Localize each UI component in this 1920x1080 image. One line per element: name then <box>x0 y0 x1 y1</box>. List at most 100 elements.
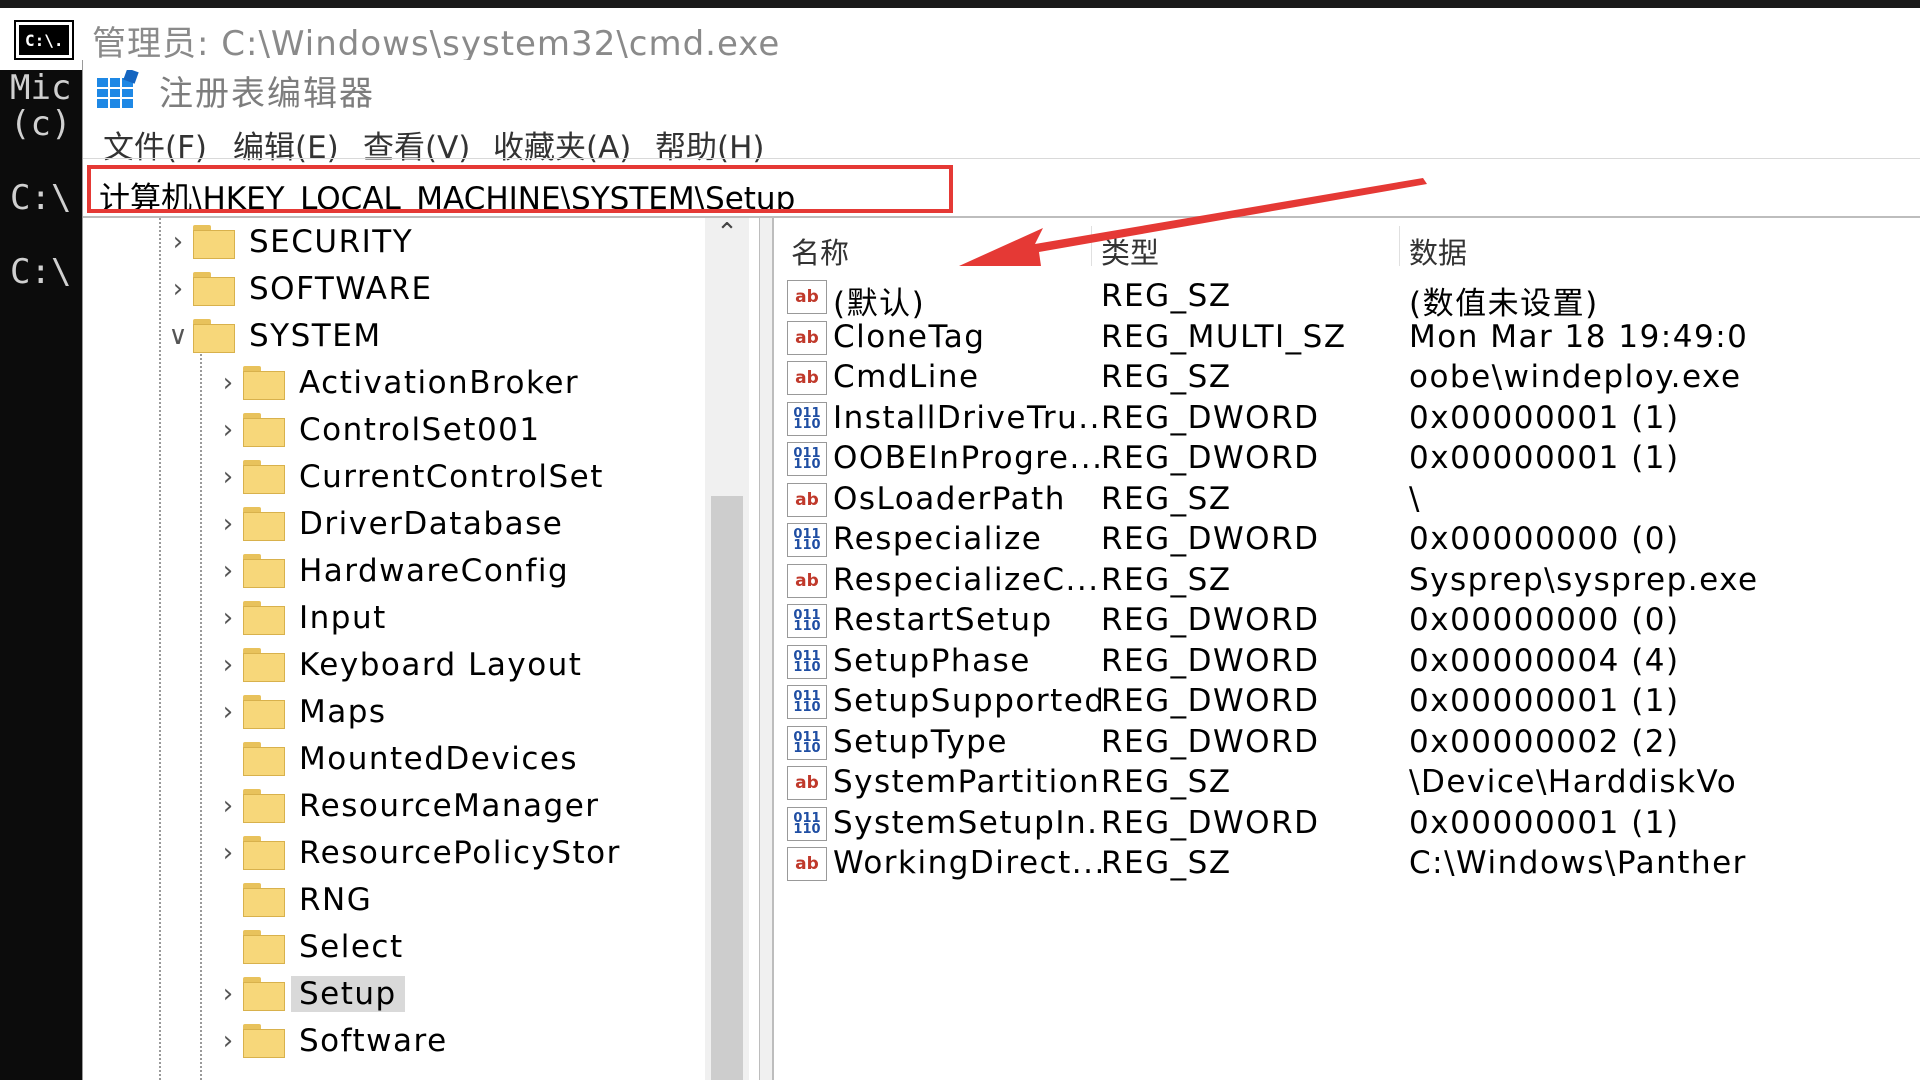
tree-item-label: Software <box>299 1023 448 1059</box>
folder-icon <box>243 883 285 917</box>
binary-value-icon: 011 110 <box>787 725 827 760</box>
value-row[interactable]: ab CmdLine REG_SZ oobe\windeploy.exe <box>773 359 1920 399</box>
tree-item-driverdatabase[interactable]: › DriverDatabase <box>213 502 563 546</box>
value-row[interactable]: ab RespecializeC... REG_SZ Sysprep\sysprep.… <box>773 562 1920 602</box>
tree-item-security[interactable]: › SECURITY <box>163 220 413 264</box>
tree-item-hardwareconfig[interactable]: › HardwareConfig <box>213 549 569 593</box>
folder-icon <box>243 413 285 447</box>
expand-chevron-icon[interactable]: › <box>213 556 243 586</box>
tree-item-system[interactable]: ∨ SYSTEM <box>163 314 382 358</box>
tree-item-label: ActivationBroker <box>299 365 580 401</box>
expand-chevron-icon[interactable]: › <box>163 274 193 304</box>
value-row[interactable]: ab OsLoaderPath REG_SZ \ <box>773 481 1920 521</box>
value-data: C:\Windows\Panther <box>1409 845 1747 881</box>
collapse-chevron-icon[interactable]: ∨ <box>163 321 193 351</box>
value-type: REG_MULTI_SZ <box>1101 318 1347 355</box>
scroll-up-arrow-icon[interactable]: ⌃ <box>705 218 749 254</box>
expand-chevron-icon[interactable]: › <box>213 650 243 680</box>
tree-scrollbar[interactable]: ⌃ <box>705 218 749 1080</box>
tree-item-resourcepolicystore[interactable]: › ResourcePolicyStor <box>213 831 621 875</box>
value-row[interactable]: ab CloneTag REG_MULTI_SZ Mon Mar 18 19:49:0 <box>773 319 1920 359</box>
value-row[interactable]: ab WorkingDirect... REG_SZ C:\Windows\Panth… <box>773 845 1920 885</box>
tree-item-keyboard-layout[interactable]: › Keyboard Layout <box>213 643 582 687</box>
value-type: REG_DWORD <box>1101 804 1320 841</box>
regedit-window: 注册表编辑器 文件(F) 编辑(E) 查看(V) 收藏夹(A) 帮助(H) 计算… <box>82 60 1920 1080</box>
expand-chevron-icon[interactable]: › <box>213 462 243 492</box>
value-row[interactable]: 011 110 Respecialize REG_DWORD 0x00000000 (0… <box>773 521 1920 561</box>
folder-icon <box>243 554 285 588</box>
expand-chevron-icon[interactable]: › <box>213 697 243 727</box>
folder-icon <box>193 319 235 353</box>
expand-chevron-icon[interactable]: › <box>213 415 243 445</box>
tree-item-label: SOFTWARE <box>249 271 433 307</box>
value-name: SystemPartition <box>833 764 1101 800</box>
address-path[interactable]: 计算机\HKEY_LOCAL_MACHINE\SYSTEM\Setup <box>87 165 953 213</box>
tree-item-rng[interactable]: RNG <box>213 878 372 922</box>
value-type: REG_SZ <box>1101 845 1232 881</box>
tree-item-label: ResourcePolicyStor <box>299 835 621 871</box>
value-type: REG_SZ <box>1101 278 1232 314</box>
expand-chevron-icon[interactable]: › <box>213 509 243 539</box>
value-row[interactable]: 011 110 SetupType REG_DWORD 0x00000002 (2) <box>773 724 1920 764</box>
value-type: REG_DWORD <box>1101 642 1320 679</box>
string-value-icon: ab <box>787 847 827 881</box>
expand-chevron-icon[interactable]: › <box>213 791 243 821</box>
tree-item-software-system[interactable]: › Software <box>213 1019 448 1063</box>
expand-chevron-icon[interactable]: › <box>213 603 243 633</box>
tree-item-label: HardwareConfig <box>299 553 570 589</box>
expand-chevron-icon[interactable]: › <box>213 1026 243 1056</box>
value-row[interactable]: 011 110 SetupPhase REG_DWORD 0x00000004 (4) <box>773 643 1920 683</box>
value-data: 0x00000000 (0) <box>1409 521 1680 557</box>
tree-item-activationbroker[interactable]: › ActivationBroker <box>213 361 579 405</box>
value-data: 0x00000002 (2) <box>1409 723 1680 760</box>
tree-item-label: ResourceManager <box>299 788 600 824</box>
folder-icon <box>243 836 285 870</box>
expand-chevron-icon[interactable]: › <box>213 979 243 1009</box>
value-name: CloneTag <box>833 318 986 355</box>
cmd-console[interactable]: Mic (c) C:\ C:\ <box>0 70 82 1080</box>
tree-item-label: CurrentControlSet <box>299 459 604 495</box>
console-line: (c) <box>10 104 72 144</box>
tree-item-label: Maps <box>299 694 387 730</box>
value-data: \ <box>1409 480 1421 517</box>
tree-item-currentcontrolset[interactable]: › CurrentControlSet <box>213 455 604 499</box>
regedit-titlebar[interactable]: 注册表编辑器 <box>83 60 1920 118</box>
annotation-arrow-icon <box>959 178 1427 266</box>
expand-chevron-icon[interactable]: › <box>163 227 193 257</box>
binary-value-icon: 011 110 <box>787 442 827 476</box>
value-type: REG_SZ <box>1101 561 1232 598</box>
value-row[interactable]: 011 110 InstallDriveTru... REG_DWORD 0x00000… <box>773 400 1920 440</box>
tree-item-controlset001[interactable]: › ControlSet001 <box>213 408 541 452</box>
expand-chevron-icon[interactable]: › <box>213 368 243 398</box>
value-row[interactable]: ab SystemPartition REG_SZ \Device\HarddiskV… <box>773 764 1920 804</box>
binary-value-icon: 011 110 <box>787 523 827 557</box>
folder-icon <box>243 601 285 635</box>
value-name: SetupSupported <box>833 683 1101 719</box>
value-row[interactable]: 011 110 SystemSetupIn... REG_DWORD 0x0000000… <box>773 805 1920 845</box>
binary-value-icon: 011 110 <box>787 806 827 841</box>
values-list[interactable]: 名称 类型 数据 ab (默认) REG_SZ (数值未设置) ab CloneTag RE… <box>773 218 1920 1080</box>
column-header-name[interactable]: 名称 <box>791 230 849 272</box>
folder-icon <box>243 460 285 494</box>
scroll-thumb[interactable] <box>711 496 743 1080</box>
key-tree[interactable]: › SECURITY › SOFTWARE ∨ SYSTEM › Activat… <box>83 218 759 1080</box>
value-type: REG_DWORD <box>1101 440 1320 476</box>
value-row[interactable]: 011 110 RestartSetup REG_DWORD 0x00000000 (0… <box>773 602 1920 642</box>
tree-item-resourcemanager[interactable]: › ResourceManager <box>213 784 600 828</box>
pane-splitter[interactable] <box>759 218 774 1080</box>
tree-item-setup-selected[interactable]: › Setup <box>213 972 405 1016</box>
tree-item-maps[interactable]: › Maps <box>213 690 387 734</box>
console-line: C:\ <box>10 178 72 218</box>
tree-item-software[interactable]: › SOFTWARE <box>163 267 433 311</box>
expand-chevron-icon[interactable]: › <box>213 838 243 868</box>
regedit-title: 注册表编辑器 <box>159 74 375 114</box>
value-row[interactable]: ab (默认) REG_SZ (数值未设置) <box>773 278 1920 322</box>
folder-icon <box>243 789 285 823</box>
value-row[interactable]: 011 110 OOBEInProgre... REG_DWORD 0x00000001… <box>773 440 1920 480</box>
regedit-icon <box>97 70 139 108</box>
value-type: REG_DWORD <box>1101 602 1320 638</box>
value-row[interactable]: 011 110 SetupSupported REG_DWORD 0x00000001 … <box>773 683 1920 723</box>
tree-item-select[interactable]: Select <box>213 925 404 969</box>
tree-item-mounteddevices[interactable]: MountedDevices <box>213 737 578 781</box>
tree-item-input[interactable]: › Input <box>213 596 387 640</box>
